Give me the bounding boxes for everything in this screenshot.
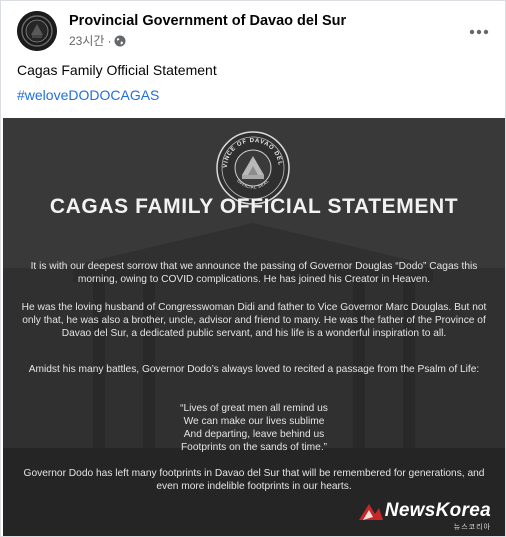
psalm-quote: “Lives of great men all remind us We can… [180,403,328,453]
more-options-button[interactable] [465,17,493,45]
newskorea-logo-icon [358,504,383,520]
post-image[interactable]: PROVINCE OF DAVAO DEL SUR OFFICIAL SEAL … [3,118,505,536]
post-header: Provincial Government of Davao del Sur 2… [17,11,497,51]
watermark-brand: NewsKorea [384,500,491,521]
statement-paragraph-5: Governor Dodo has left many footprints i… [23,468,485,492]
post-timestamp[interactable]: 23시간 [69,32,104,49]
meta-separator: · [107,33,112,48]
hashtag-link[interactable]: #weloveDODOCAGAS [17,87,159,103]
page-name-link[interactable]: Provincial Government of Davao del Sur [69,13,346,29]
newskorea-watermark: NewsKorea 뉴스코리아 [357,500,491,531]
statement-paragraph-2: He was the loving husband of Congresswom… [21,302,487,339]
statement-headline: CAGAS FAMILY OFFICIAL STATEMENT [49,195,459,218]
statement-paragraph-1: It is with our deepest sorrow that we an… [30,261,478,285]
post-meta: 23시간 · [69,32,126,49]
globe-icon [114,35,126,47]
more-horizontal-icon [469,22,489,40]
watermark-sub: 뉴스코리아 [453,524,491,531]
statement-paragraph-3: Amidst his many battles, Governor Dodo’s… [28,364,480,375]
post-caption: Cagas Family Official Statement [17,62,217,78]
page-avatar[interactable] [17,11,57,51]
facebook-post: Provincial Government of Davao del Sur 2… [0,0,506,537]
